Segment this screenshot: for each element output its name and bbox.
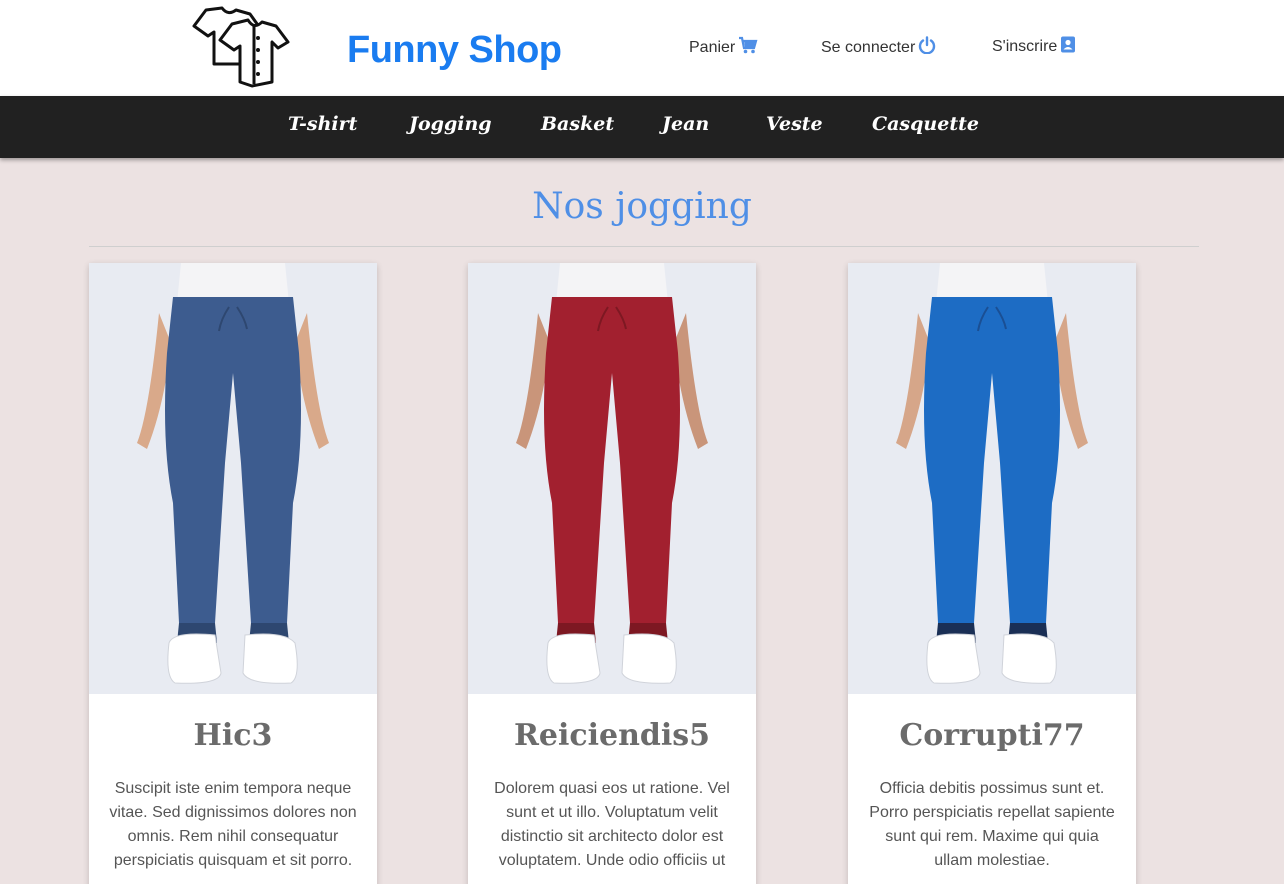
product-description: Dolorem quasi eos ut ratione. Vel sunt e… xyxy=(494,780,730,869)
product-image[interactable] xyxy=(848,263,1136,694)
nav-item-jean[interactable]: Jean xyxy=(662,113,709,135)
title-divider xyxy=(89,246,1199,247)
brand-title[interactable]: Funny Shop xyxy=(347,29,562,72)
product-name[interactable]: Reiciendis5 xyxy=(468,718,756,753)
cart-icon xyxy=(738,36,758,59)
product-card[interactable]: Corrupti77 Officia debitis possimus sunt… xyxy=(848,263,1136,884)
shirts-logo-icon[interactable] xyxy=(188,4,296,88)
nav-item-basket[interactable]: Basket xyxy=(541,113,614,135)
product-image[interactable] xyxy=(89,263,377,694)
product-card[interactable]: Hic3 Suscipit iste enim tempora neque vi… xyxy=(89,263,377,884)
signup-link-label: S'inscrire xyxy=(992,38,1058,55)
product-description: Suscipit iste enim tempora neque vitae. … xyxy=(109,780,357,869)
product-card[interactable]: Reiciendis5 Dolorem quasi eos ut ratione… xyxy=(468,263,756,884)
cart-link[interactable]: Panier xyxy=(689,36,758,59)
nav-item-veste[interactable]: Veste xyxy=(766,113,823,135)
login-link-label: Se connecter xyxy=(821,38,916,56)
nav-item-jogging[interactable]: Jogging xyxy=(409,113,492,135)
page-title: Nos jogging xyxy=(532,186,752,227)
category-nav: T-shirt Jogging Basket Jean Veste Casque… xyxy=(0,96,1284,158)
signup-link[interactable]: S'inscrire xyxy=(992,36,1076,58)
nav-item-tshirt[interactable]: T-shirt xyxy=(288,113,357,135)
power-icon xyxy=(918,36,936,59)
product-name[interactable]: Hic3 xyxy=(89,718,377,753)
nav-item-casquette[interactable]: Casquette xyxy=(872,113,979,135)
cart-link-label: Panier xyxy=(689,38,736,56)
contact-card-icon xyxy=(1060,36,1076,58)
site-header: Funny Shop Panier Se connecter S'inscrir… xyxy=(0,0,1284,96)
product-image[interactable] xyxy=(468,263,756,694)
product-description: Officia debitis possimus sunt et. Porro … xyxy=(869,780,1115,869)
product-name[interactable]: Corrupti77 xyxy=(848,718,1136,753)
login-link[interactable]: Se connecter xyxy=(821,36,936,59)
